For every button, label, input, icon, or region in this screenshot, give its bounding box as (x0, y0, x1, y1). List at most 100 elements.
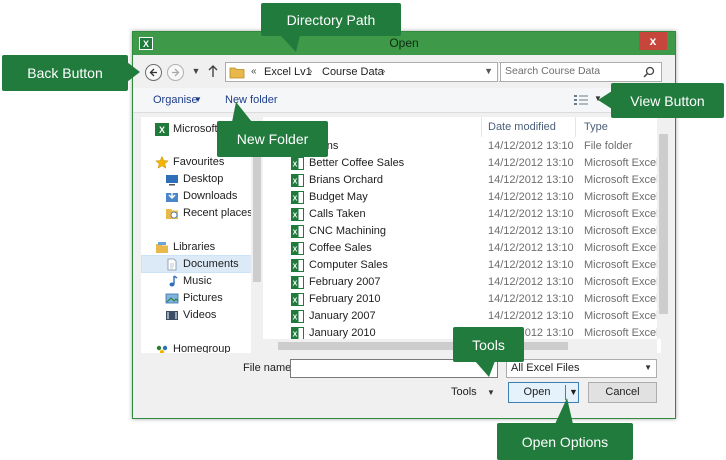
search-icon[interactable] (643, 66, 655, 78)
pictures-icon (165, 292, 179, 305)
nav-item-music[interactable]: Music (165, 273, 212, 289)
file-type: Microsoft Excel 97 (584, 310, 661, 322)
file-row[interactable]: X January 2007 14/12/2012 13:10 Microsof… (263, 308, 661, 325)
file-list-vertical-scrollbar-thumb[interactable] (659, 134, 668, 314)
file-type: Microsoft Excel 97 (584, 242, 661, 254)
breadcrumb-excel-lv1[interactable]: Excel Lv1 (264, 66, 312, 78)
excel-icon: X (155, 122, 169, 136)
file-type-value: All Excel Files (511, 362, 580, 374)
svg-text:X: X (293, 281, 298, 288)
file-row[interactable]: X February 2007 14/12/2012 13:10 Microso… (263, 274, 661, 291)
svg-text:X: X (293, 264, 298, 271)
svg-text:X: X (293, 247, 298, 254)
callout-pointer (127, 62, 140, 82)
chevron-down-icon[interactable]: ▼ (194, 95, 202, 104)
nav-item-homegroup[interactable]: Homegroup (155, 341, 230, 353)
tools-button[interactable]: Tools (451, 386, 477, 398)
file-date: 14/12/2012 13:10 (488, 242, 574, 254)
nav-item-label: Videos (183, 309, 217, 321)
nav-item-label: Favourites (173, 156, 225, 168)
file-name: Computer Sales (309, 259, 388, 271)
music-icon (165, 274, 179, 288)
column-header-type[interactable]: Type (584, 121, 608, 135)
column-header-date-modified[interactable]: Date modified (488, 121, 556, 135)
address-bar[interactable]: « Excel Lv1 › Course Data › ▼ (225, 62, 498, 82)
file-row[interactable]: X CNC Machining 14/12/2012 13:10 Microso… (263, 223, 661, 240)
nav-item-favourites[interactable]: Favourites (155, 154, 224, 170)
view-details-icon[interactable] (573, 93, 589, 107)
nav-item-recent-places[interactable]: Recent places (165, 205, 253, 221)
callout-back-button: Back Button (2, 55, 128, 91)
address-history-dropdown[interactable]: ▼ (484, 66, 493, 76)
file-list-horizontal-scrollbar-thumb[interactable] (278, 342, 568, 350)
file-name: Better Coffee Sales (309, 157, 405, 169)
up-arrow-icon (207, 64, 221, 78)
file-row[interactable]: X February 2010 14/12/2012 13:10 Microso… (263, 291, 661, 308)
back-button[interactable] (145, 64, 162, 81)
file-name: Calls Taken (309, 208, 366, 220)
excel-file-icon: X (291, 276, 304, 289)
column-divider[interactable] (575, 117, 576, 137)
callout-pointer (555, 398, 573, 424)
file-row[interactable]: X Brians Orchard 14/12/2012 13:10 Micros… (263, 172, 661, 189)
file-row[interactable]: X Budget May 14/12/2012 13:10 Microsoft … (263, 189, 661, 206)
file-name: Brians Orchard (309, 174, 383, 186)
nav-item-label: Music (183, 275, 212, 287)
file-row[interactable]: X Calls Taken 14/12/2012 13:10 Microsoft… (263, 206, 661, 223)
excel-file-icon: X (291, 191, 304, 204)
file-type-select[interactable]: All Excel Files ▼ (506, 359, 657, 378)
svg-text:X: X (293, 298, 298, 305)
nav-item-pictures[interactable]: Pictures (165, 290, 223, 306)
file-row[interactable]: X Better Coffee Sales 14/12/2012 13:10 M… (263, 155, 661, 172)
file-date: 14/12/2012 13:10 (488, 259, 574, 271)
breadcrumb-separator[interactable]: › (382, 66, 385, 77)
file-row[interactable]: X Computer Sales 14/12/2012 13:10 Micros… (263, 257, 661, 274)
file-type: Microsoft Excel 97 (584, 327, 661, 339)
callout-pointer (475, 361, 495, 377)
up-button[interactable] (207, 64, 221, 80)
close-button[interactable]: x (639, 32, 667, 50)
svg-text:X: X (293, 179, 298, 186)
search-box[interactable] (500, 62, 662, 82)
svg-text:X: X (293, 162, 298, 169)
svg-text:X: X (293, 332, 298, 339)
callout-view-button: View Button (611, 83, 724, 118)
file-type: Microsoft Excel 97 (584, 293, 661, 305)
file-row[interactable]: X Coffee Sales 14/12/2012 13:10 Microsof… (263, 240, 661, 257)
nav-item-videos[interactable]: Videos (165, 307, 216, 323)
excel-file-icon: X (291, 208, 304, 221)
excel-file-icon: X (291, 225, 304, 238)
file-date: 14/12/2012 13:10 (488, 225, 574, 237)
callout-tools: Tools (453, 327, 524, 362)
excel-file-icon: X (291, 174, 304, 187)
documents-icon (165, 258, 179, 271)
nav-item-label: Libraries (173, 241, 216, 253)
file-name: January 2007 (309, 310, 376, 322)
breadcrumb-course-data[interactable]: Course Data (322, 66, 384, 78)
nav-item-label: Desktop (183, 173, 224, 185)
open-dialog: X Open x ▼ « Excel Lv1 › Course Data › ▼… (132, 31, 676, 419)
tools-dropdown-arrow[interactable]: ▼ (487, 388, 495, 397)
svg-text:X: X (293, 213, 298, 220)
nav-item-label: Pictures (183, 292, 223, 304)
excel-file-icon: X (291, 293, 304, 306)
breadcrumb-separator[interactable]: › (309, 66, 312, 77)
file-date: 14/12/2012 13:10 (488, 157, 574, 169)
forward-button[interactable] (167, 64, 184, 81)
organise-button[interactable]: Organise (153, 94, 198, 106)
back-arrow-icon (149, 68, 158, 77)
search-input[interactable] (505, 65, 637, 77)
recent-locations-dropdown[interactable]: ▼ (190, 66, 202, 80)
nav-item-libraries[interactable]: Libraries (155, 239, 215, 255)
column-divider[interactable] (481, 117, 482, 137)
file-name-label: File name: (243, 362, 295, 374)
cancel-button[interactable]: Cancel (588, 382, 657, 403)
address-overflow-chevron[interactable]: « (251, 66, 257, 77)
nav-item-documents[interactable]: Documents (165, 256, 239, 272)
svg-text:X: X (293, 230, 298, 237)
excel-file-icon: X (291, 310, 304, 323)
callout-new-folder: New Folder (217, 121, 328, 157)
videos-icon (165, 309, 179, 322)
nav-item-desktop[interactable]: Desktop (165, 171, 223, 187)
nav-item-downloads[interactable]: Downloads (165, 188, 237, 204)
